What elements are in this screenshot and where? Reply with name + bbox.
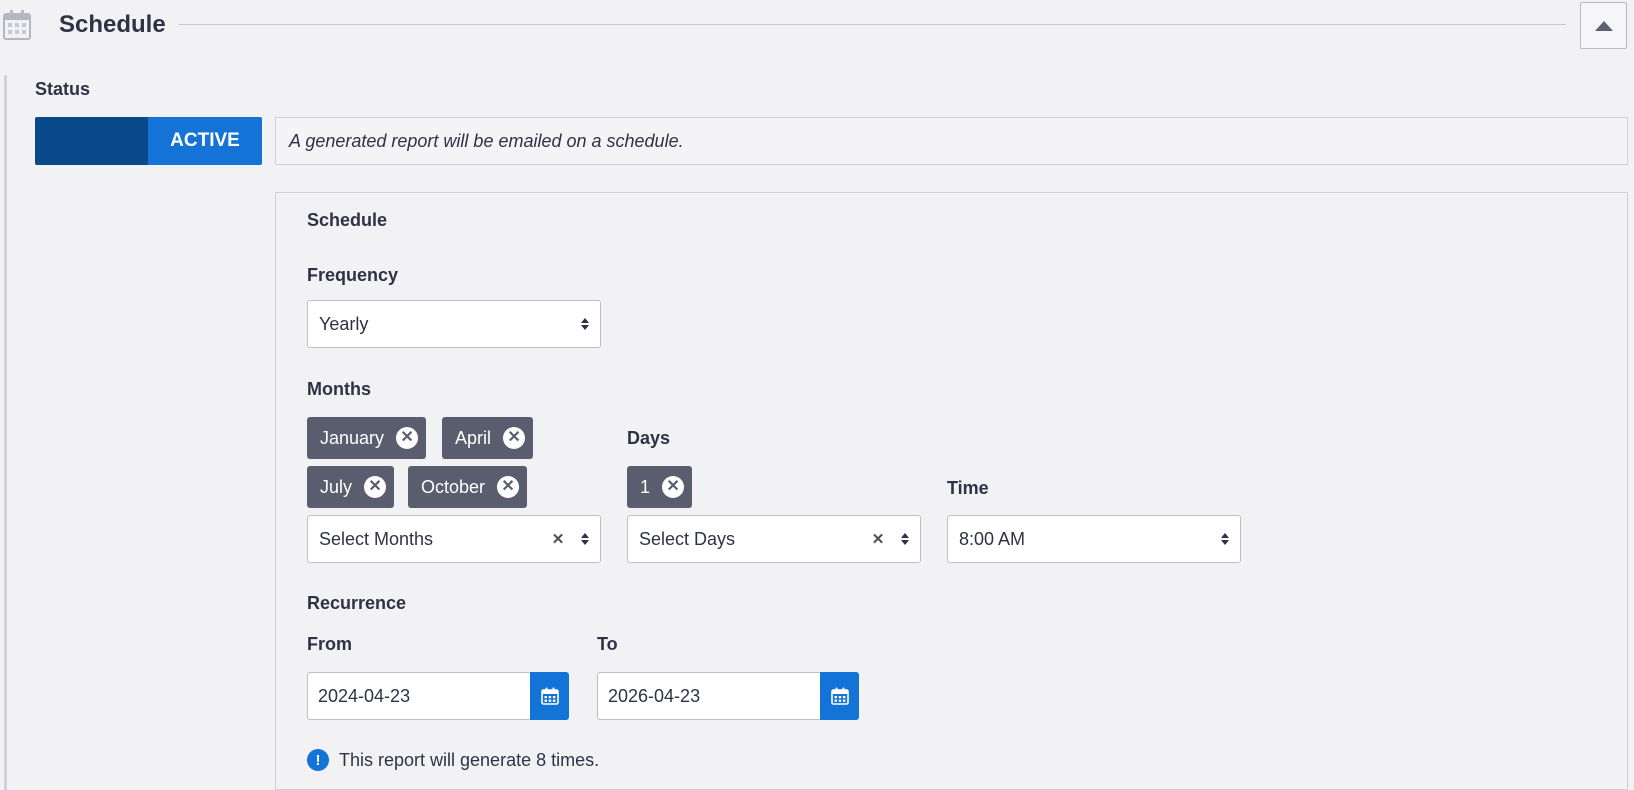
sort-arrows-icon [570, 318, 600, 330]
days-placeholder: Select Days [639, 528, 736, 549]
month-tag: July ✕ [307, 466, 395, 508]
month-tag: April ✕ [442, 417, 534, 459]
calendar-icon [830, 687, 849, 705]
generation-info-text: This report will generate 8 times. [339, 749, 600, 770]
from-label: From [307, 634, 352, 654]
day-tag: 1 ✕ [627, 466, 693, 508]
from-date-input[interactable] [307, 672, 530, 720]
month-tag-label: January [320, 427, 385, 448]
recurrence-label: Recurrence [307, 593, 407, 613]
calendar-icon [540, 687, 559, 705]
sort-arrows-icon [890, 533, 920, 545]
from-date-group [307, 672, 569, 720]
calendar-icon [3, 10, 31, 40]
status-description: A generated report will be emailed on a … [275, 117, 1628, 165]
frequency-label: Frequency [307, 265, 399, 285]
months-placeholder: Select Months [319, 528, 434, 549]
month-tag-label: October [421, 476, 486, 497]
status-label: Status [35, 79, 91, 99]
section-left-border [4, 75, 7, 790]
schedule-title: Schedule [307, 210, 388, 230]
remove-tag-icon[interactable]: ✕ [497, 476, 520, 498]
months-label: Months [307, 379, 371, 399]
collapse-button[interactable] [1580, 2, 1627, 49]
section-title: Schedule [59, 11, 166, 38]
month-tag-label: April [455, 427, 492, 448]
remove-tag-icon[interactable]: ✕ [364, 476, 387, 498]
caret-up-icon [1594, 20, 1613, 31]
to-date-group [597, 672, 859, 720]
to-date-input[interactable] [597, 672, 820, 720]
day-tag-label: 1 [640, 476, 651, 497]
toggle-knob [35, 117, 148, 165]
status-toggle[interactable]: ACTIVE [35, 117, 262, 165]
days-label: Days [627, 428, 671, 448]
month-tag-label: July [320, 476, 353, 497]
sort-arrows-icon [1210, 533, 1240, 545]
generation-info: ! This report will generate 8 times. [307, 748, 599, 772]
sort-arrows-icon [570, 533, 600, 545]
to-calendar-button[interactable] [820, 672, 859, 720]
exclamation-circle-icon: ! [307, 749, 329, 771]
schedule-section: Schedule Status ACTIVE A generated repor… [0, 0, 1634, 790]
to-label: To [597, 634, 618, 654]
frequency-select[interactable]: Yearly [307, 300, 601, 348]
toggle-state-text: ACTIVE [148, 117, 262, 165]
header-divider [179, 24, 1566, 25]
clear-icon[interactable]: ✕ [866, 530, 890, 548]
remove-tag-icon[interactable]: ✕ [503, 427, 526, 449]
from-calendar-button[interactable] [530, 672, 569, 720]
time-label: Time [947, 478, 989, 498]
days-select[interactable]: Select Days ✕ [627, 515, 921, 563]
clear-icon[interactable]: ✕ [546, 530, 570, 548]
frequency-value: Yearly [319, 313, 369, 334]
months-select[interactable]: Select Months ✕ [307, 515, 601, 563]
month-tag: January ✕ [307, 417, 427, 459]
month-tag: October ✕ [408, 466, 528, 508]
remove-tag-icon[interactable]: ✕ [396, 427, 419, 449]
remove-tag-icon[interactable]: ✕ [662, 476, 685, 498]
time-value: 8:00 AM [959, 528, 1026, 549]
time-select[interactable]: 8:00 AM [947, 515, 1241, 563]
